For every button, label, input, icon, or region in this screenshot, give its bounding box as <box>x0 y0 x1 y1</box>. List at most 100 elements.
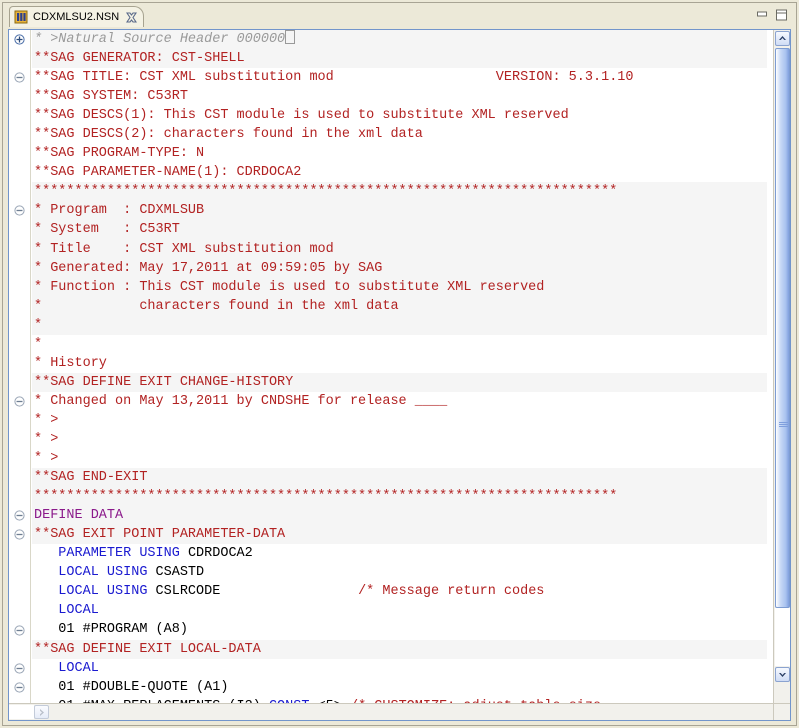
code-span-comment: ****************************************… <box>34 184 617 199</box>
window-controls <box>756 9 788 21</box>
fold-collapse-icon[interactable] <box>14 682 25 693</box>
code-span-comment: ****************************************… <box>34 489 617 504</box>
editor-viewport: * >Natural Source Header 000000 **SAG GEN… <box>9 30 790 720</box>
code-span-comment: **SAG END-EXIT <box>34 470 147 485</box>
vertical-scroll-track[interactable] <box>775 608 790 666</box>
source-code-area[interactable]: * >Natural Source Header 000000 **SAG GEN… <box>32 30 767 703</box>
code-span-plain: 01 #PROGRAM (A8) <box>34 622 188 637</box>
code-line[interactable]: LOCAL <box>32 601 767 620</box>
fold-collapse-icon[interactable] <box>14 529 25 540</box>
code-span-comment: **SAG DEFINE EXIT LOCAL-DATA <box>34 642 261 657</box>
folding-gutter[interactable] <box>9 30 31 703</box>
code-line[interactable]: * >Natural Source Header 000000 <box>32 30 767 49</box>
editor-tab-label: CDXMLSU2.NSN <box>33 11 119 23</box>
code-line[interactable]: ****************************************… <box>32 182 767 201</box>
code-span-keyword: PARAMETER USING <box>34 546 188 561</box>
horizontal-scroll-track[interactable] <box>9 705 34 719</box>
maximize-button[interactable] <box>775 9 788 21</box>
code-line[interactable]: * Title : CST XML substitution mod <box>32 240 767 259</box>
code-line[interactable]: * Changed on May 13,2011 by CNDSHE for r… <box>32 392 767 411</box>
code-line[interactable]: * > <box>32 411 767 430</box>
code-span-comment: * Title : CST XML substitution mod <box>34 242 334 257</box>
code-span-comment: **SAG PROGRAM-TYPE: N <box>34 146 204 161</box>
code-span-italic: * >Natural Source Header 000000 <box>34 32 285 47</box>
scrollbar-corner <box>773 703 790 720</box>
code-line[interactable]: * > <box>32 449 767 468</box>
code-line[interactable]: **SAG PARAMETER-NAME(1): CDRDOCA2 <box>32 163 767 182</box>
code-span-comment: * <box>34 318 42 333</box>
code-span-comment: /* Message return codes <box>358 584 544 599</box>
code-span-comment: * > <box>34 432 58 447</box>
code-span-plain: CDRDOCA2 <box>188 546 253 561</box>
vertical-scroll-thumb[interactable] <box>775 48 790 608</box>
code-line[interactable]: **SAG END-EXIT <box>32 468 767 487</box>
code-line[interactable]: **SAG DESCS(1): This CST module is used … <box>32 106 767 125</box>
code-line[interactable]: **SAG TITLE: CST XML substitution mod VE… <box>32 68 767 87</box>
code-line[interactable]: * Function : This CST module is used to … <box>32 278 767 297</box>
close-icon[interactable] <box>126 12 137 23</box>
code-line[interactable]: **SAG DEFINE EXIT LOCAL-DATA <box>32 640 767 659</box>
code-span-comment: **SAG EXIT POINT PARAMETER-DATA <box>34 527 285 542</box>
fold-collapse-icon[interactable] <box>14 396 25 407</box>
code-line[interactable]: * characters found in the xml data <box>32 297 767 316</box>
code-span-keyword: LOCAL USING <box>34 565 156 580</box>
code-line[interactable]: * Program : CDXMLSUB <box>32 201 767 220</box>
editor-tab-bar: CDXMLSU2.NSN <box>3 3 796 27</box>
code-span-comment: **SAG SYSTEM: C53RT <box>34 89 188 104</box>
scroll-left-arrow-icon[interactable] <box>34 705 49 719</box>
fold-collapse-icon[interactable] <box>14 625 25 636</box>
code-span-comment: * History <box>34 356 107 371</box>
code-span-comment: * Function : This CST module is used to … <box>34 280 544 295</box>
code-line[interactable]: **SAG SYSTEM: C53RT <box>32 87 767 106</box>
code-span-comment: **SAG GENERATOR: CST-SHELL <box>34 51 245 66</box>
code-span-comment: * characters found in the xml data <box>34 299 399 314</box>
code-line[interactable]: LOCAL USING CSLRCODE /* Message return c… <box>32 582 767 601</box>
minimize-button[interactable] <box>756 9 769 21</box>
code-line[interactable]: **SAG EXIT POINT PARAMETER-DATA <box>32 525 767 544</box>
code-span-comment: * > <box>34 413 58 428</box>
code-line[interactable]: **SAG PROGRAM-TYPE: N <box>32 144 767 163</box>
scroll-down-arrow-icon[interactable] <box>775 667 790 682</box>
code-line[interactable]: * System : C53RT <box>32 220 767 239</box>
scroll-thumb-grip-icon <box>779 421 788 430</box>
code-span-comment: * > <box>34 451 58 466</box>
scroll-up-arrow-icon[interactable] <box>775 31 790 46</box>
code-span-plain <box>220 584 358 599</box>
code-span-comment: **SAG PARAMETER-NAME(1): CDRDOCA2 <box>34 165 301 180</box>
code-line[interactable]: * <box>32 335 767 354</box>
code-span-comment: **SAG DESCS(1): This CST module is used … <box>34 108 569 123</box>
code-span-comment: * System : C53RT <box>34 222 180 237</box>
code-span-plain: 01 #DOUBLE-QUOTE (A1) <box>34 680 228 695</box>
vertical-scrollbar[interactable] <box>773 30 790 703</box>
code-line[interactable]: * > <box>32 430 767 449</box>
code-line[interactable]: LOCAL <box>32 659 767 678</box>
code-line[interactable]: **SAG DESCS(2): characters found in the … <box>32 125 767 144</box>
code-line[interactable]: 01 #DOUBLE-QUOTE (A1) <box>32 678 767 697</box>
text-caret <box>285 30 295 44</box>
fold-collapse-icon[interactable] <box>14 72 25 83</box>
code-span-comment: * Changed on May 13,2011 by CNDSHE for r… <box>34 394 447 409</box>
code-line[interactable]: ****************************************… <box>32 487 767 506</box>
fold-expand-icon[interactable] <box>14 34 25 45</box>
code-line[interactable]: **SAG GENERATOR: CST-SHELL <box>32 49 767 68</box>
code-span-define: DEFINE DATA <box>34 508 123 523</box>
code-line[interactable]: PARAMETER USING CDRDOCA2 <box>32 544 767 563</box>
code-line[interactable]: 01 #PROGRAM (A8) <box>32 620 767 639</box>
code-line[interactable]: * Generated: May 17,2011 at 09:59:05 by … <box>32 259 767 278</box>
editor-tab-cdxmlsu2[interactable]: CDXMLSU2.NSN <box>9 6 144 27</box>
code-line[interactable]: LOCAL USING CSASTD <box>32 563 767 582</box>
fold-collapse-icon[interactable] <box>14 663 25 674</box>
code-line[interactable]: * <box>32 316 767 335</box>
code-line[interactable]: DEFINE DATA <box>32 506 767 525</box>
code-line[interactable]: * History <box>32 354 767 373</box>
code-span-comment: **SAG DESCS(2): characters found in the … <box>34 127 423 142</box>
code-line[interactable]: **SAG DEFINE EXIT CHANGE-HISTORY <box>32 373 767 392</box>
fold-collapse-icon[interactable] <box>14 510 25 521</box>
code-span-plain: CSASTD <box>156 565 205 580</box>
code-span-comment: * Generated: May 17,2011 at 09:59:05 by … <box>34 261 382 276</box>
fold-collapse-icon[interactable] <box>14 205 25 216</box>
horizontal-scrollbar[interactable] <box>9 703 773 720</box>
code-span-keyword: LOCAL USING <box>34 584 156 599</box>
source-editor[interactable]: * >Natural Source Header 000000 **SAG GEN… <box>8 29 791 721</box>
code-span-comment: **SAG TITLE: CST XML substitution mod VE… <box>34 70 634 85</box>
